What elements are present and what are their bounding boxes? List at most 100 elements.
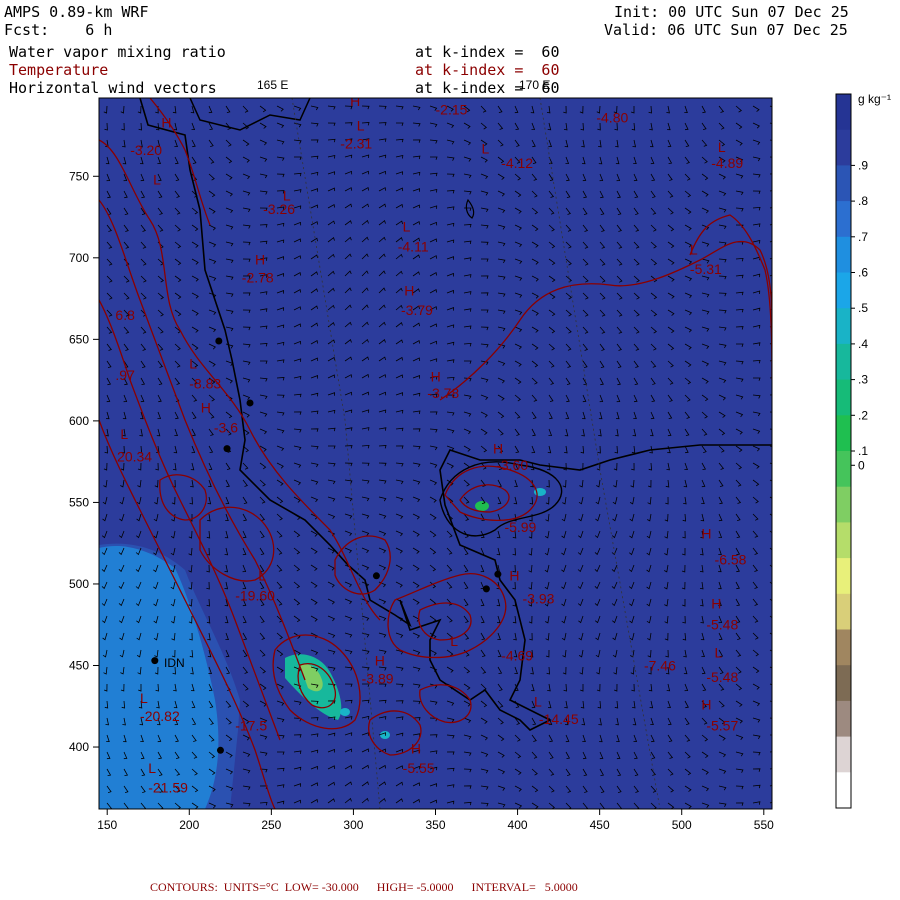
x-tick-label: 400 bbox=[508, 818, 528, 832]
temperature-value-label: -4.69 bbox=[501, 648, 533, 664]
colorbar-label: .8 bbox=[858, 194, 868, 208]
temperature-value-label: .97 bbox=[115, 367, 135, 383]
station-dot bbox=[215, 337, 223, 345]
station-dot bbox=[246, 399, 254, 407]
low-marker: L bbox=[481, 140, 489, 156]
low-marker: L bbox=[715, 644, 723, 660]
y-tick-label: 700 bbox=[69, 251, 89, 265]
low-marker: L bbox=[450, 633, 458, 649]
station-dot bbox=[223, 445, 231, 453]
station-dot bbox=[372, 572, 380, 580]
low-marker: L bbox=[283, 188, 291, 204]
temperature-value-label: -3.78 bbox=[427, 385, 459, 401]
temperature-value-label: -14.45 bbox=[539, 711, 579, 727]
colorbar-segment bbox=[836, 700, 851, 738]
temperature-value-label: -2.78 bbox=[242, 269, 274, 285]
high-marker: H bbox=[201, 400, 211, 416]
temperature-value-label: -5.31 bbox=[690, 261, 722, 277]
colorbar-segment bbox=[836, 272, 851, 309]
colorbar-label: 0 bbox=[858, 458, 865, 472]
colorbar-segment bbox=[836, 308, 851, 345]
temperature-value-label: -4.11 bbox=[398, 238, 429, 254]
low-marker: L bbox=[403, 219, 411, 235]
meridian-label-170e: 170 E bbox=[519, 78, 550, 92]
temperature-value-label: -3.60 bbox=[496, 457, 528, 473]
temperature-value-label: -8.83 bbox=[189, 375, 221, 391]
low-marker: L bbox=[189, 356, 197, 372]
temperature-value-label: -5.55 bbox=[403, 760, 435, 776]
colorbar-label: .4 bbox=[858, 337, 868, 351]
colorbar-segment bbox=[836, 522, 851, 559]
low-marker: L bbox=[534, 693, 542, 709]
station-dot bbox=[494, 570, 502, 578]
colorbar-segment bbox=[836, 451, 851, 488]
low-marker: L bbox=[718, 139, 726, 155]
colorbar-label: .2 bbox=[858, 408, 868, 422]
high-marker: H bbox=[701, 525, 711, 541]
temperature-value-label: -5.99 bbox=[504, 519, 536, 535]
y-tick-label: 600 bbox=[69, 414, 89, 428]
y-tick-label: 650 bbox=[69, 332, 89, 346]
low-marker: L bbox=[120, 426, 128, 442]
colorbar-segment bbox=[836, 379, 851, 416]
moisture-patch-south bbox=[340, 708, 350, 716]
colorbar-segment bbox=[836, 593, 851, 630]
colorbar-segment bbox=[836, 343, 851, 381]
temperature-value-label: -20.82 bbox=[140, 708, 180, 724]
temperature-value-label: -5.48 bbox=[706, 617, 738, 633]
low-marker: L bbox=[153, 171, 161, 187]
x-tick-label: 300 bbox=[343, 818, 363, 832]
high-marker: H bbox=[255, 251, 265, 267]
temperature-value-label: -3.89 bbox=[362, 670, 394, 686]
colorbar-segment bbox=[836, 486, 851, 523]
colorbar-label: .5 bbox=[858, 301, 868, 315]
temperature-value-label: -3.93 bbox=[522, 591, 554, 607]
colorbar-label: .6 bbox=[858, 266, 868, 280]
temperature-value-label: -6.58 bbox=[715, 551, 747, 567]
high-marker: H bbox=[701, 697, 711, 713]
contour-info: CONTOURS: UNITS=°C LOW= -30.000 HIGH= -5… bbox=[150, 880, 578, 894]
high-marker: H bbox=[509, 568, 519, 584]
high-marker: H bbox=[375, 652, 385, 668]
colorbar-segment bbox=[836, 201, 851, 238]
temperature-value-label: 20.34 bbox=[117, 449, 152, 465]
temperature-value-label: -3.20 bbox=[130, 142, 162, 158]
station-label-idn: IDN bbox=[164, 656, 185, 670]
x-tick-label: 150 bbox=[97, 818, 117, 832]
y-tick-label: 450 bbox=[69, 658, 89, 672]
x-tick-label: 450 bbox=[590, 818, 610, 832]
colorbar-segment bbox=[836, 94, 851, 131]
high-marker: H bbox=[404, 282, 414, 298]
colorbar-segment bbox=[836, 772, 851, 809]
temperature-value-label: -2.15 bbox=[436, 101, 468, 117]
temperature-value-label: -19.60 bbox=[235, 587, 275, 603]
colorbar-unit: g kg⁻¹ bbox=[858, 92, 891, 106]
x-tick-label: 200 bbox=[179, 818, 199, 832]
low-marker: L bbox=[690, 242, 698, 258]
low-marker: L bbox=[258, 568, 266, 584]
moisture-patch-east bbox=[475, 501, 489, 511]
station-dot bbox=[482, 585, 490, 593]
colorbar-label: .1 bbox=[858, 444, 868, 458]
colorbar-segment bbox=[836, 736, 851, 773]
x-tick-label: 350 bbox=[425, 818, 445, 832]
colorbar-segment bbox=[836, 129, 851, 166]
station-dot bbox=[151, 657, 159, 665]
high-marker: H bbox=[711, 595, 721, 611]
temperature-value-label: -3.6 bbox=[214, 419, 238, 435]
high-marker: H bbox=[493, 441, 503, 457]
temperature-value-label: -4.80 bbox=[596, 109, 628, 125]
x-tick-label: 500 bbox=[672, 818, 692, 832]
temperature-value-label: -3.79 bbox=[401, 302, 433, 318]
y-tick-label: 400 bbox=[69, 740, 89, 754]
meridian-label-165e: 165 E bbox=[257, 78, 288, 92]
forecast-map: -2.15-4.80-2.31-3.20-4.12 -4.89-3.26-4.11… bbox=[69, 78, 891, 832]
high-marker: H bbox=[161, 114, 171, 130]
colorbar-segment bbox=[836, 165, 851, 202]
temperature-value-label: -17.5 bbox=[235, 718, 267, 734]
colorbar-segment bbox=[836, 629, 851, 666]
station-dot bbox=[216, 746, 224, 754]
temperature-value-label: -2.31 bbox=[340, 136, 372, 152]
high-marker: H bbox=[431, 369, 441, 385]
y-tick-label: 750 bbox=[69, 169, 89, 183]
